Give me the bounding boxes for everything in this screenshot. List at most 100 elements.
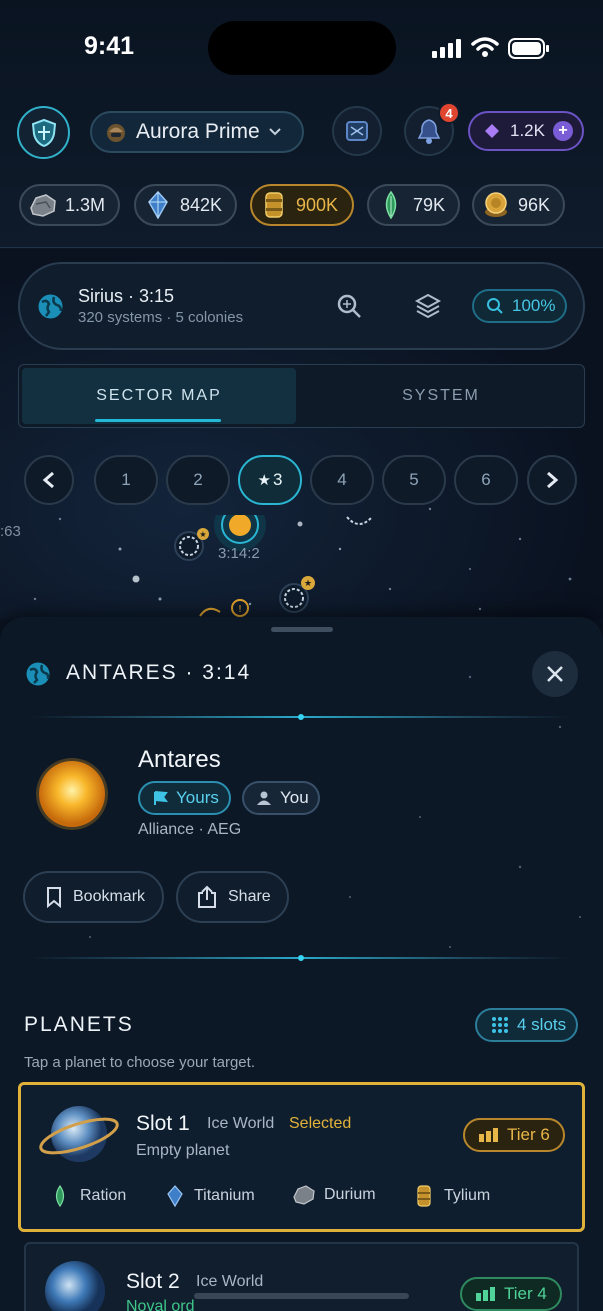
bookmark-button[interactable]: Bookmark	[23, 871, 164, 923]
bookmark-label: Bookmark	[73, 888, 146, 905]
flag-icon	[154, 791, 168, 805]
tier-badge: Tier 6	[463, 1118, 565, 1152]
slots-badge[interactable]: 4 slots	[475, 1008, 578, 1042]
share-icon	[198, 885, 216, 908]
premium-currency-pill[interactable]: 1.2K +	[468, 111, 584, 151]
system-node-colony[interactable]: ★	[173, 528, 213, 573]
tier-label: Tier 4	[504, 1284, 547, 1303]
user-tag: You	[242, 781, 320, 815]
location-title: Sirius · 3:15	[78, 286, 175, 306]
add-premium-icon[interactable]: +	[552, 121, 573, 141]
leaf-icon	[55, 1184, 65, 1208]
tab-system[interactable]: SYSTEM	[300, 368, 582, 424]
svg-text:★: ★	[304, 579, 312, 589]
page-number: 1	[121, 470, 131, 489]
slots-label: 4 slots	[517, 1015, 567, 1034]
page-number: 6	[481, 470, 491, 489]
bookmark-icon	[47, 887, 61, 908]
owner-tag-label: Yours	[176, 788, 219, 807]
page-number: 2	[193, 470, 203, 489]
planets-hint: Tap a planet to choose your target.	[24, 1054, 255, 1071]
zoom-level: 100%	[512, 296, 556, 315]
search-target-button[interactable]	[336, 293, 362, 324]
inventory-button[interactable]	[332, 106, 382, 156]
page-6[interactable]: 6	[454, 455, 518, 505]
sheet-title: ANTARES · 3:14	[66, 661, 252, 684]
tab-sector-map[interactable]: SECTOR MAP	[22, 368, 296, 424]
home-indicator[interactable]	[194, 1293, 409, 1299]
crystal-icon	[142, 189, 174, 221]
page-5[interactable]: 5	[382, 455, 446, 505]
account-selector[interactable]: Aurora Prime	[90, 111, 304, 153]
star-name: Antares	[138, 746, 221, 773]
tab-label: SYSTEM	[402, 387, 480, 404]
rock-icon	[293, 1185, 315, 1205]
planet-resource-tylium: Tylium	[416, 1184, 490, 1208]
planet-description: Empty planet	[136, 1142, 230, 1159]
page-number: 4	[337, 470, 347, 489]
planets-title: PLANETS	[24, 1013, 134, 1036]
user-tag-label: You	[280, 788, 309, 807]
dynamic-island	[208, 21, 396, 75]
planet-slot-name: Slot 1	[136, 1112, 190, 1135]
layers-button[interactable]	[414, 292, 442, 325]
map-coordinate-label: :63	[0, 523, 21, 540]
divider-dot	[298, 714, 304, 720]
owner-tag: Yours	[138, 781, 231, 815]
planet-resource-durium: Durium	[292, 1184, 376, 1206]
helmet-icon	[107, 124, 125, 142]
chevron-left-icon	[42, 471, 54, 489]
layers-icon	[414, 293, 442, 319]
tab-active-indicator	[95, 419, 221, 422]
resource-name: Tylium	[444, 1187, 491, 1204]
shield-icon	[31, 118, 56, 147]
page-prev-button[interactable]	[24, 455, 74, 505]
rock-icon	[27, 189, 59, 221]
resource-value: 79K	[413, 194, 446, 215]
system-node-bookmarked[interactable]: ★	[276, 574, 322, 623]
chevron-right-icon	[547, 471, 559, 489]
system-node[interactable]	[345, 513, 375, 538]
barrel-icon	[258, 189, 290, 221]
star-image	[30, 754, 114, 843]
resource-name: Durium	[324, 1186, 376, 1203]
tab-label: SECTOR MAP	[96, 387, 222, 404]
close-button[interactable]	[532, 651, 578, 697]
svg-text:★: ★	[199, 530, 206, 539]
system-coordinate-label: 3:14:2	[218, 545, 260, 562]
close-icon	[547, 666, 563, 682]
share-button[interactable]: Share	[176, 871, 289, 923]
star-icon: ★	[257, 472, 271, 489]
grid-icon	[492, 1017, 508, 1033]
divider-dot	[298, 955, 304, 961]
page-2[interactable]: 2	[166, 455, 230, 505]
coin-icon	[480, 189, 512, 221]
tier-bars-icon	[476, 1287, 495, 1301]
page-number: 5	[409, 470, 419, 489]
page-next-button[interactable]	[527, 455, 577, 505]
resource-name: Ration	[80, 1187, 127, 1204]
bell-icon	[417, 119, 441, 144]
share-label: Share	[228, 888, 271, 905]
resource-ration[interactable]: 79K	[367, 184, 460, 226]
globe-icon	[37, 293, 64, 325]
zoom-button[interactable]: 100%	[472, 289, 567, 323]
resource-credits[interactable]: 96K	[472, 184, 565, 226]
page-1[interactable]: 1	[94, 455, 158, 505]
resource-value: 900K	[296, 194, 339, 215]
alliance-shield-button[interactable]	[17, 106, 70, 159]
account-name: Aurora Prime	[136, 120, 260, 143]
resource-name: Titanium	[194, 1187, 255, 1204]
page-3-active[interactable]: ★ 3	[238, 455, 302, 505]
globe-icon	[25, 661, 51, 692]
resource-titanium[interactable]: 842K	[134, 184, 237, 226]
resource-durium[interactable]: 1.3M	[19, 184, 120, 226]
zoom-icon	[487, 298, 503, 314]
tier-bars-icon	[479, 1128, 498, 1142]
resource-value: 1.3M	[65, 194, 106, 215]
sheet-grabber[interactable]	[271, 627, 333, 632]
page-4[interactable]: 4	[310, 455, 374, 505]
resource-value: 842K	[180, 194, 223, 215]
chevron-down-icon	[268, 128, 281, 136]
resource-tylium[interactable]: 900K	[250, 184, 354, 226]
